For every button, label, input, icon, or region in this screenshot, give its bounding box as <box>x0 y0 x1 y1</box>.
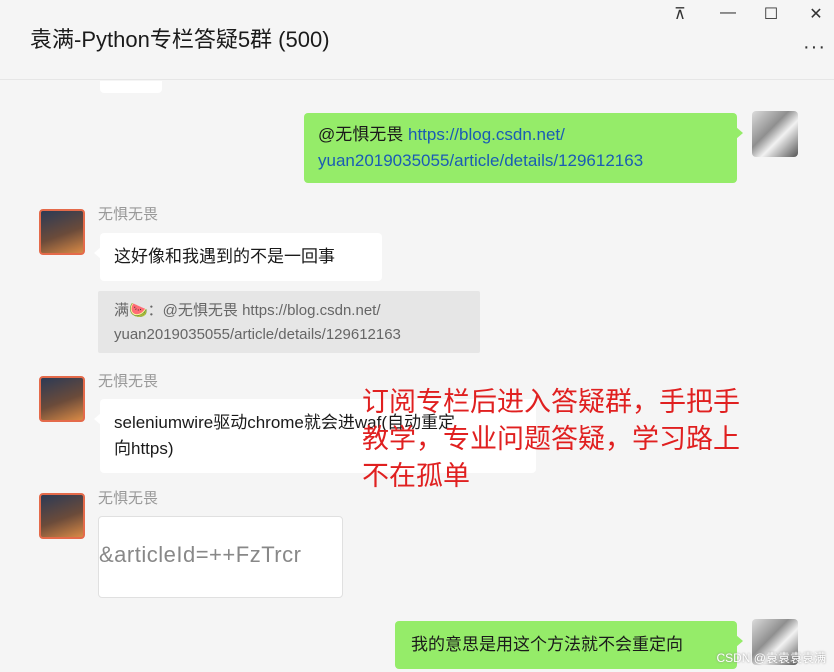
quote-line-continued: yuan2019035055/article/details/129612163 <box>114 326 401 343</box>
my-avatar[interactable] <box>752 111 798 157</box>
pin-icon[interactable]: ⊼ <box>670 4 690 24</box>
chat-messages[interactable]: @无惧无畏 https://blog.csdn.net/ yuan2019035… <box>0 81 834 672</box>
message-line: @无惧无畏 https://blog.csdn.net/ <box>318 122 723 148</box>
message-link-continued[interactable]: yuan2019035055/article/details/129612163 <box>318 148 723 174</box>
message-text: 我的意思是用这个方法就不会重定向 <box>411 635 683 654</box>
sender-avatar[interactable] <box>39 376 85 422</box>
image-content-text: &articleId=++FzTrcr <box>99 542 302 567</box>
close-button[interactable]: ✕ <box>806 4 826 24</box>
sender-name: 无惧无畏 <box>98 490 159 507</box>
sender-name: 无惧无畏 <box>98 206 159 223</box>
image-message[interactable]: &articleId=++FzTrcr <box>98 516 343 598</box>
promo-line: 不在孤单 <box>362 461 470 491</box>
watermark: CSDN @袁袁袁袁满 <box>716 651 826 665</box>
more-options-icon[interactable]: ··· <box>803 36 826 59</box>
message-link[interactable]: https://blog.csdn.net/ <box>408 125 565 144</box>
message-bubble-incoming[interactable]: 这好像和我遇到的不是一回事 <box>94 233 382 281</box>
sender-avatar[interactable] <box>39 209 85 255</box>
previous-message-bubble[interactable] <box>100 81 162 93</box>
message-bubble-outgoing[interactable]: 我的意思是用这个方法就不会重定向 <box>395 621 743 669</box>
quoted-message[interactable]: 满🍉：@无惧无畏 https://blog.csdn.net/ yuan2019… <box>98 291 480 353</box>
promo-overlay-text: 订阅专栏后进入答疑群，手把手 教学，专业问题答疑，学习路上 不在孤单 <box>362 384 740 495</box>
mention-text: @无惧无畏 <box>318 125 404 144</box>
maximize-button[interactable]: ☐ <box>761 4 781 24</box>
title-bar: 袁满-Python专栏答疑5群 (500) ⊼ — ☐ ✕ ··· <box>0 0 834 80</box>
sender-avatar[interactable] <box>39 493 85 539</box>
sender-name: 无惧无畏 <box>98 373 159 390</box>
chat-title: 袁满-Python专栏答疑5群 (500) <box>30 27 330 52</box>
minimize-button[interactable]: — <box>718 4 738 22</box>
promo-line: 教学，专业问题答疑，学习路上 <box>362 424 740 454</box>
message-bubble-outgoing[interactable]: @无惧无畏 https://blog.csdn.net/ yuan2019035… <box>304 113 743 183</box>
quote-line: 满🍉：@无惧无畏 https://blog.csdn.net/ <box>114 302 381 319</box>
promo-line: 订阅专栏后进入答疑群，手把手 <box>362 387 740 417</box>
message-text: 这好像和我遇到的不是一回事 <box>114 247 335 266</box>
